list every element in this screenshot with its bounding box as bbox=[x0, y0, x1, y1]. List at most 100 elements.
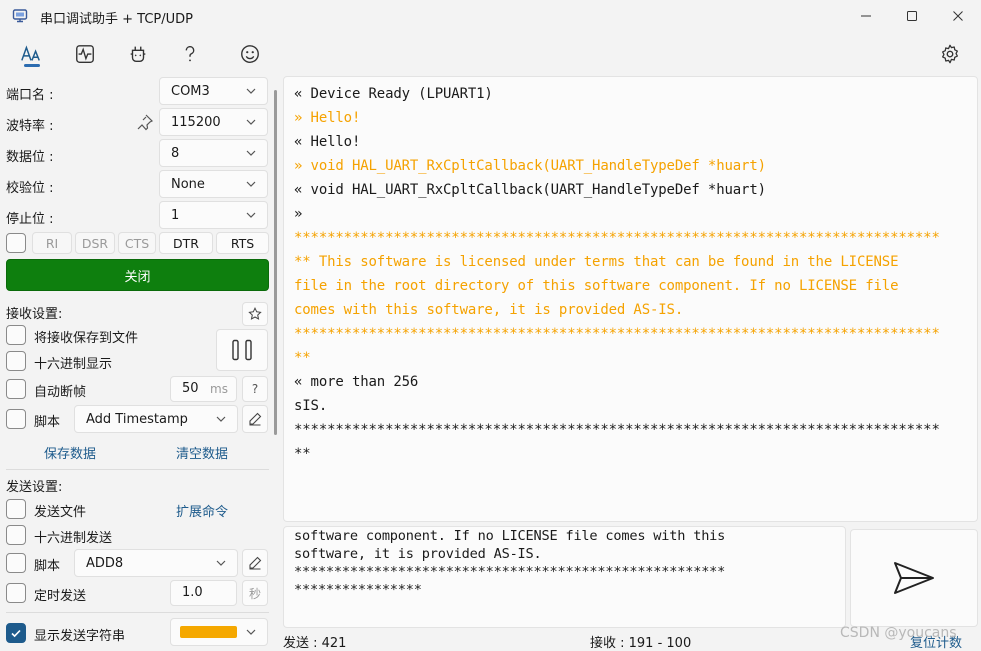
chevron-down-icon bbox=[246, 119, 256, 125]
favorite-button[interactable] bbox=[242, 302, 268, 326]
help-icon: ? bbox=[251, 382, 259, 396]
save-to-file-checkbox[interactable] bbox=[6, 325, 26, 345]
clear-data-link[interactable]: 清空数据 bbox=[176, 443, 228, 462]
send-file-checkbox[interactable] bbox=[6, 499, 26, 519]
help-button[interactable] bbox=[173, 38, 207, 70]
stopbits-value: 1 bbox=[171, 207, 180, 223]
send-script-checkbox[interactable] bbox=[6, 553, 26, 573]
gear-icon bbox=[942, 44, 958, 64]
send-line: software, it is provided AS-IS. bbox=[294, 546, 542, 562]
edit-send-script-button[interactable] bbox=[242, 549, 268, 577]
plugin-button[interactable] bbox=[121, 38, 155, 70]
send-input[interactable]: software component. If no LICENSE file c… bbox=[283, 526, 846, 628]
port-select[interactable]: COM3 bbox=[159, 77, 268, 105]
signal-cts[interactable]: CTS bbox=[118, 232, 156, 254]
log-line: » void HAL_UART_RxCpltCallback(UART_Hand… bbox=[294, 158, 766, 174]
close-port-button[interactable]: 关闭 bbox=[6, 259, 269, 291]
send-script-select[interactable]: ADD8 bbox=[74, 549, 238, 577]
send-line: ****************************************… bbox=[294, 564, 726, 580]
signal-rts[interactable]: RTS bbox=[216, 232, 269, 254]
log-line: ****************************************… bbox=[294, 422, 940, 438]
receive-script-select[interactable]: Add Timestamp bbox=[74, 405, 238, 433]
baud-value: 115200 bbox=[171, 114, 221, 130]
log-line: comes with this software, it is provided… bbox=[294, 302, 684, 318]
signals-checkbox[interactable] bbox=[6, 233, 26, 253]
frame-help-button[interactable]: ? bbox=[242, 376, 268, 402]
chevron-down-icon bbox=[246, 629, 256, 635]
stopbits-select[interactable]: 1 bbox=[159, 201, 268, 229]
chevron-down-icon bbox=[216, 416, 226, 422]
smile-icon bbox=[241, 45, 259, 63]
close-icon bbox=[953, 11, 963, 21]
extend-command-link[interactable]: 扩展命令 bbox=[176, 501, 228, 520]
toolbar bbox=[0, 34, 981, 74]
timed-send-checkbox[interactable] bbox=[6, 583, 26, 603]
log-line: « Device Ready (LPUART1) bbox=[294, 86, 493, 102]
maximize-button[interactable] bbox=[889, 0, 935, 32]
active-tool-indicator bbox=[24, 64, 40, 67]
signal-dtr[interactable]: DTR bbox=[159, 232, 213, 254]
signal-ri[interactable]: RI bbox=[32, 232, 72, 254]
show-send-string-checkbox[interactable] bbox=[6, 623, 26, 643]
left-panel: 端口名 : COM3 波特率 : 115200 数据位 : 8 校验位 : No… bbox=[0, 76, 278, 651]
log-line: file in the root directory of this softw… bbox=[294, 278, 899, 294]
auto-frame-checkbox[interactable] bbox=[6, 379, 26, 399]
log-line: ** bbox=[294, 350, 311, 366]
text-icon bbox=[21, 45, 40, 61]
log-line: sIS. bbox=[294, 398, 328, 414]
help-icon bbox=[185, 46, 195, 62]
receive-script-label: 脚本 bbox=[34, 415, 61, 430]
databits-value: 8 bbox=[171, 145, 180, 161]
receive-log[interactable]: « Device Ready (LPUART1) » Hello! « Hello!… bbox=[283, 76, 978, 522]
log-line: » bbox=[294, 206, 303, 222]
pin-icon[interactable] bbox=[136, 113, 154, 131]
timed-interval-input[interactable]: 1.0 bbox=[170, 580, 237, 606]
baud-select[interactable]: 115200 bbox=[159, 108, 268, 136]
pause-icon bbox=[232, 339, 252, 361]
log-line: » Hello! bbox=[294, 110, 361, 126]
settings-button[interactable] bbox=[933, 38, 967, 70]
send-line: software component. If no LICENSE file c… bbox=[294, 528, 726, 544]
receive-settings-title: 接收设置: bbox=[6, 307, 63, 322]
log-line: ** This software is licensed under terms… bbox=[294, 254, 899, 270]
received-count: 接收 : 191 - 100 bbox=[590, 636, 692, 651]
auto-frame-label: 自动断帧 bbox=[34, 385, 87, 400]
parity-select[interactable]: None bbox=[159, 170, 268, 198]
pulse-icon bbox=[76, 45, 94, 63]
star-icon bbox=[248, 307, 262, 320]
title-bar: 串口调试助手 + TCP/UDP bbox=[0, 0, 981, 32]
watermark: CSDN @youcans bbox=[840, 625, 957, 641]
timed-unit-label: 秒 bbox=[242, 580, 268, 606]
chevron-down-icon bbox=[246, 181, 256, 187]
save-data-link[interactable]: 保存数据 bbox=[44, 443, 96, 462]
section-divider bbox=[6, 469, 269, 470]
close-window-button[interactable] bbox=[935, 0, 981, 32]
edit-receive-script-button[interactable] bbox=[242, 405, 268, 433]
parity-label: 校验位 : bbox=[6, 181, 54, 196]
color-swatch bbox=[180, 626, 237, 638]
hex-display-label: 十六进制显示 bbox=[34, 357, 113, 372]
edit-icon bbox=[249, 556, 262, 570]
hex-display-checkbox[interactable] bbox=[6, 351, 26, 371]
chevron-down-icon bbox=[246, 150, 256, 156]
receive-script-checkbox[interactable] bbox=[6, 409, 26, 429]
log-line: « Hello! bbox=[294, 134, 361, 150]
pause-button[interactable] bbox=[216, 329, 268, 371]
log-line: ****************************************… bbox=[294, 230, 940, 246]
hex-send-checkbox[interactable] bbox=[6, 525, 26, 545]
databits-select[interactable]: 8 bbox=[159, 139, 268, 167]
signal-dsr[interactable]: DSR bbox=[75, 232, 115, 254]
app-icon bbox=[12, 9, 28, 23]
send-icon bbox=[894, 562, 934, 594]
section-divider bbox=[6, 612, 269, 613]
send-button[interactable] bbox=[850, 529, 978, 627]
feedback-button[interactable] bbox=[233, 38, 267, 70]
send-color-select[interactable] bbox=[170, 618, 268, 646]
minimize-button[interactable] bbox=[843, 0, 889, 32]
frame-ms-input[interactable]: 50 ms bbox=[170, 376, 237, 402]
left-scrollbar[interactable] bbox=[274, 90, 277, 435]
parity-value: None bbox=[171, 176, 205, 192]
sent-count: 发送 : 421 bbox=[283, 636, 347, 651]
waveform-button[interactable] bbox=[68, 38, 102, 70]
send-script-label: 脚本 bbox=[34, 559, 61, 574]
